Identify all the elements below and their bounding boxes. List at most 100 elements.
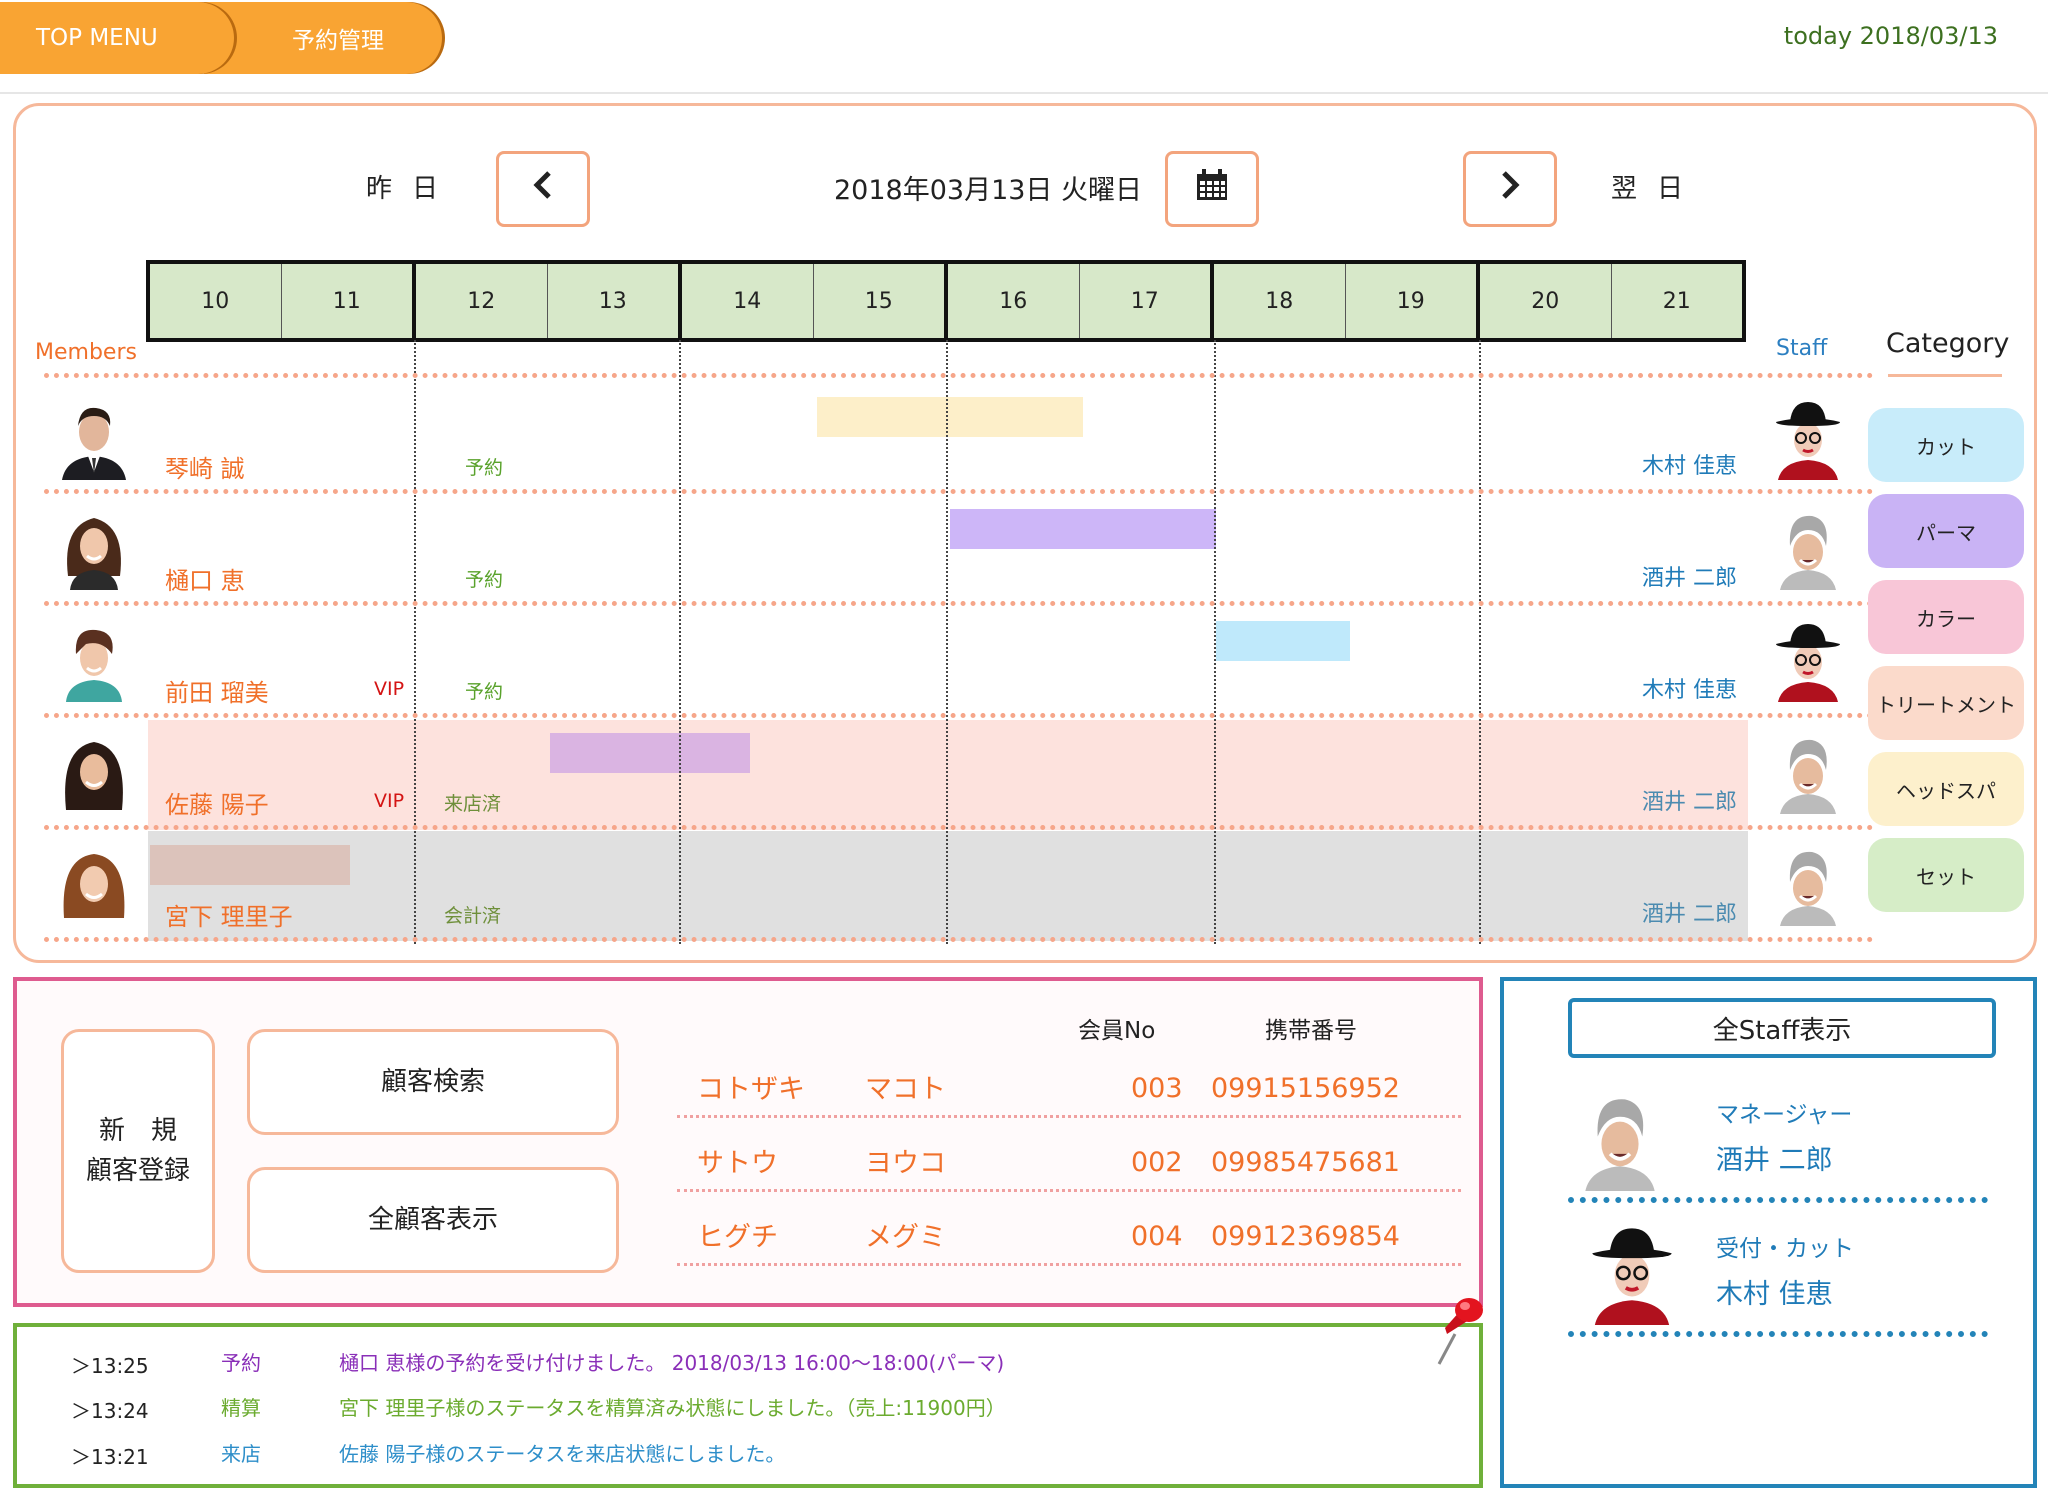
category-cut[interactable]: カット (1868, 408, 2024, 482)
today-date: today 2018/03/13 (1783, 22, 1998, 50)
log-time: ＞13:25 (71, 1354, 149, 1378)
calendar-button[interactable] (1165, 151, 1259, 227)
staff-name[interactable]: 酒井 二郎 (1642, 560, 1737, 592)
staff-label: Staff (1776, 336, 1828, 361)
row-highlight-visited (148, 720, 1748, 830)
staff-avatar (1766, 730, 1850, 814)
prev-day-button[interactable] (496, 151, 590, 227)
category-headspa[interactable]: ヘッドスパ (1868, 752, 2024, 826)
customer-last-kana: サトウ (697, 1148, 778, 1179)
category-treatment[interactable]: トリートメント (1868, 666, 2024, 740)
staff-name[interactable]: 酒井 二郎 (1716, 1138, 1833, 1177)
row-separator (677, 1189, 1461, 1192)
breadcrumb-top-menu[interactable]: TOP MENU (0, 2, 234, 74)
member-avatar[interactable] (52, 618, 136, 702)
prev-day-label[interactable]: 昨日 (366, 168, 458, 205)
member-name[interactable]: 樋口 恵 (165, 561, 245, 596)
member-avatar[interactable] (52, 842, 136, 926)
row-separator (44, 489, 1874, 494)
staff-avatar (1766, 506, 1850, 590)
customer-last-kana: ヒグチ (697, 1222, 778, 1253)
next-day-label[interactable]: 翌日 (1611, 168, 1703, 205)
chevron-right-icon (1498, 169, 1522, 209)
customer-first-kana: ヨウコ (865, 1148, 946, 1179)
staff-panel: 全Staff表示 マネージャー 酒井 二郎 受付・カット 木村 佳恵 (1500, 977, 2037, 1488)
member-name[interactable]: 前田 瑠美 (165, 673, 269, 708)
breadcrumb-reservation[interactable]: 予約管理 (204, 2, 442, 74)
activity-log-panel: ＞13:25 予約 樋口 恵様の予約を受け付けました。 2018/03/13 1… (13, 1323, 1483, 1488)
new-customer-button[interactable]: 新 規 顧客登録 (61, 1029, 215, 1273)
log-message: 宮下 理里子様のステータスを精算済み状態にしました。（売上:11900円） (339, 1396, 1006, 1420)
hour-cell: 19 (1344, 264, 1477, 338)
customer-tel: 09915156952 (1211, 1073, 1400, 1104)
staff-avatar (1766, 618, 1850, 702)
members-label: Members (35, 340, 137, 365)
time-divider (414, 340, 416, 944)
member-name[interactable]: 宮下 理里子 (165, 897, 293, 932)
appointment-bar[interactable] (816, 397, 1084, 437)
category-title: Category (1886, 328, 2010, 359)
column-header-mobile: 携帯番号 (1265, 1018, 1357, 1044)
new-customer-line2: 顧客登録 (85, 1156, 190, 1186)
hour-cell: 13 (546, 264, 679, 338)
appointment-bar[interactable] (1216, 621, 1350, 661)
row-separator (44, 937, 1874, 942)
staff-name[interactable]: 酒井 二郎 (1642, 784, 1737, 816)
appointment-bar[interactable] (150, 845, 350, 885)
category-perm[interactable]: パーマ (1868, 494, 2024, 568)
customer-tel: 09912369854 (1211, 1221, 1400, 1252)
hour-cell: 14 (678, 264, 813, 338)
new-customer-line1: 新 規 (98, 1116, 177, 1146)
log-message: 樋口 恵様の予約を受け付けました。 2018/03/13 16:00〜18:00… (339, 1351, 1005, 1375)
staff-avatar[interactable] (1568, 1087, 1672, 1191)
log-type: 来店 (221, 1442, 261, 1466)
schedule-panel: 昨日 2018年03月13日 火曜日 翌日 10 11 12 13 14 15 … (13, 103, 2037, 963)
member-avatar[interactable] (52, 730, 136, 814)
category-color[interactable]: カラー (1868, 580, 2024, 654)
row-separator (677, 1263, 1461, 1266)
hour-cell: 11 (280, 264, 413, 338)
log-time: ＞13:21 (71, 1445, 149, 1469)
calendar-icon (1195, 168, 1229, 211)
status-label: 予約 (465, 569, 504, 591)
all-customers-button[interactable]: 全顧客表示 (247, 1167, 619, 1273)
category-underline (1888, 374, 2002, 377)
staff-avatar (1766, 842, 1850, 926)
hour-cell: 12 (412, 264, 547, 338)
customer-panel: 新 規 顧客登録 顧客検索 全顧客表示 会員No 携帯番号 コトザキ マコト 0… (13, 977, 1483, 1307)
staff-name[interactable]: 木村 佳恵 (1716, 1272, 1833, 1311)
vip-badge: VIP (374, 678, 405, 700)
status-label: 予約 (465, 457, 504, 479)
row-separator (1568, 1197, 1988, 1203)
staff-name[interactable]: 木村 佳恵 (1642, 448, 1737, 480)
member-name[interactable]: 佐藤 陽子 (165, 785, 269, 820)
member-avatar[interactable] (52, 396, 136, 480)
customer-last-kana: コトザキ (697, 1074, 805, 1105)
row-separator (1568, 1331, 1988, 1337)
staff-name[interactable]: 酒井 二郎 (1642, 896, 1737, 928)
time-divider (1214, 340, 1216, 944)
customer-no: 004 (1131, 1221, 1183, 1252)
hour-cell: 10 (201, 288, 230, 314)
customer-tel: 09985475681 (1211, 1147, 1400, 1178)
staff-name[interactable]: 木村 佳恵 (1642, 672, 1737, 704)
member-avatar[interactable] (52, 506, 136, 590)
member-name[interactable]: 琴崎 誠 (165, 449, 245, 484)
hour-cell: 16 (944, 264, 1079, 338)
next-day-button[interactable] (1463, 151, 1557, 227)
staff-avatar[interactable] (1580, 1221, 1684, 1325)
appointment-bar[interactable] (549, 733, 750, 773)
customer-search-button[interactable]: 顧客検索 (247, 1029, 619, 1135)
status-label: 来店済 (444, 793, 502, 815)
appointment-bar[interactable] (949, 509, 1217, 549)
row-highlight-paid (148, 831, 1748, 941)
staff-role: マネージャー (1716, 1102, 1853, 1128)
row-separator (44, 601, 1874, 606)
staff-avatar (1766, 396, 1850, 480)
time-divider (679, 340, 681, 944)
top-bar: 予約管理 TOP MENU today 2018/03/13 (0, 0, 2048, 94)
hour-cell: 20 (1476, 264, 1611, 338)
category-set[interactable]: セット (1868, 838, 2024, 912)
all-staff-button[interactable]: 全Staff表示 (1568, 998, 1996, 1058)
customer-no: 002 (1131, 1147, 1183, 1178)
